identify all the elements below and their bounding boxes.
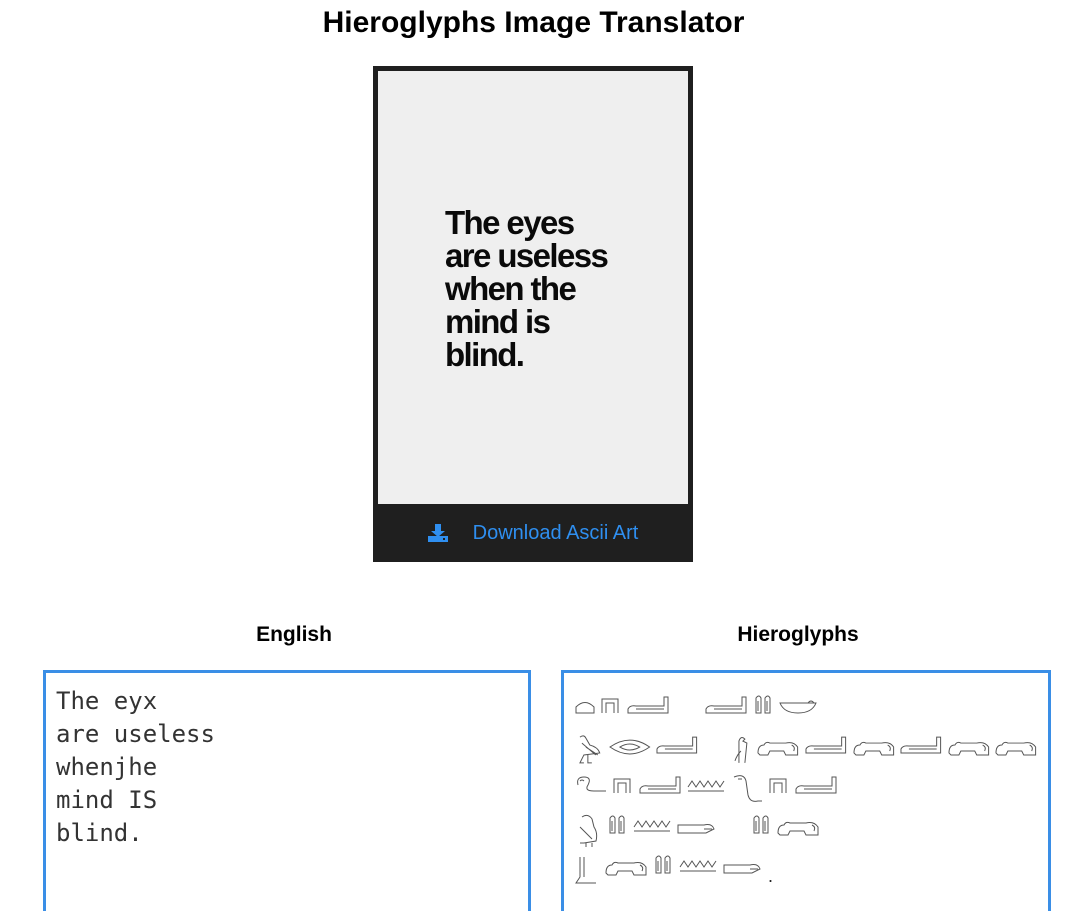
owl-glyph <box>579 814 598 847</box>
hieroglyph-line <box>574 687 1038 727</box>
hieroglyphs-output[interactable]: . <box>561 670 1051 911</box>
period: . <box>768 866 774 886</box>
arm-glyph <box>805 736 847 754</box>
reed-shelter-glyph <box>601 698 619 713</box>
cobra-glyph <box>733 775 762 802</box>
lion-glyph <box>853 741 894 756</box>
water-glyph <box>633 820 671 832</box>
lion-glyph <box>605 861 647 876</box>
arm-glyph <box>656 736 698 754</box>
lion-glyph <box>777 821 819 836</box>
hieroglyphs-label: Hieroglyphs <box>737 623 859 646</box>
image-card: The eyes are useless when the mind is bl… <box>373 66 693 562</box>
lion-glyph <box>757 741 799 756</box>
single-reed-glyph <box>734 737 748 763</box>
arm-glyph <box>795 776 837 794</box>
leg-glyph <box>575 857 596 884</box>
arm-glyph <box>627 696 669 714</box>
hand-glyph <box>723 864 761 874</box>
hand-glyph <box>677 824 715 834</box>
hieroglyph-line <box>574 767 1038 807</box>
arm-glyph <box>900 736 942 754</box>
english-label: English <box>256 623 332 646</box>
double-reed-glyph <box>755 695 771 714</box>
reed-shelter-glyph <box>613 778 631 793</box>
double-reed-glyph <box>753 815 769 834</box>
rope-glyph <box>577 776 606 792</box>
water-glyph <box>687 780 725 792</box>
lion-glyph <box>995 741 1037 756</box>
hieroglyph-line: . <box>574 847 1038 887</box>
arm-glyph <box>639 776 681 794</box>
hieroglyph-line <box>574 807 1038 847</box>
app-root: Hieroglyphs Image Translator The eyes ar… <box>0 0 1077 911</box>
image-preview: The eyes are useless when the mind is bl… <box>378 71 688 504</box>
english-textarea[interactable]: The eyx are useless whenjhe mind IS blin… <box>43 670 531 911</box>
arm-glyph <box>705 696 747 714</box>
mouth-glyph <box>608 739 651 755</box>
loaf-glyph <box>575 702 595 714</box>
hieroglyph-line <box>574 727 1038 767</box>
double-reed-glyph <box>609 815 625 834</box>
vulture-glyph <box>579 735 601 764</box>
basket-glyph <box>779 700 817 714</box>
download-ascii-art-button[interactable]: Download Ascii Art <box>373 504 693 562</box>
double-reed-glyph <box>655 855 671 874</box>
download-icon <box>427 524 448 542</box>
hieroglyph-lines: . <box>574 687 1038 887</box>
english-text: The eyx are useless whenjhe mind IS blin… <box>56 687 215 847</box>
lion-glyph <box>948 741 989 756</box>
water-glyph <box>679 860 717 872</box>
reed-shelter-glyph <box>769 778 787 793</box>
poster-text: The eyes are useless when the mind is bl… <box>445 204 609 373</box>
page-title: Hieroglyphs Image Translator <box>322 6 745 39</box>
download-label: Download Ascii Art <box>472 521 639 544</box>
